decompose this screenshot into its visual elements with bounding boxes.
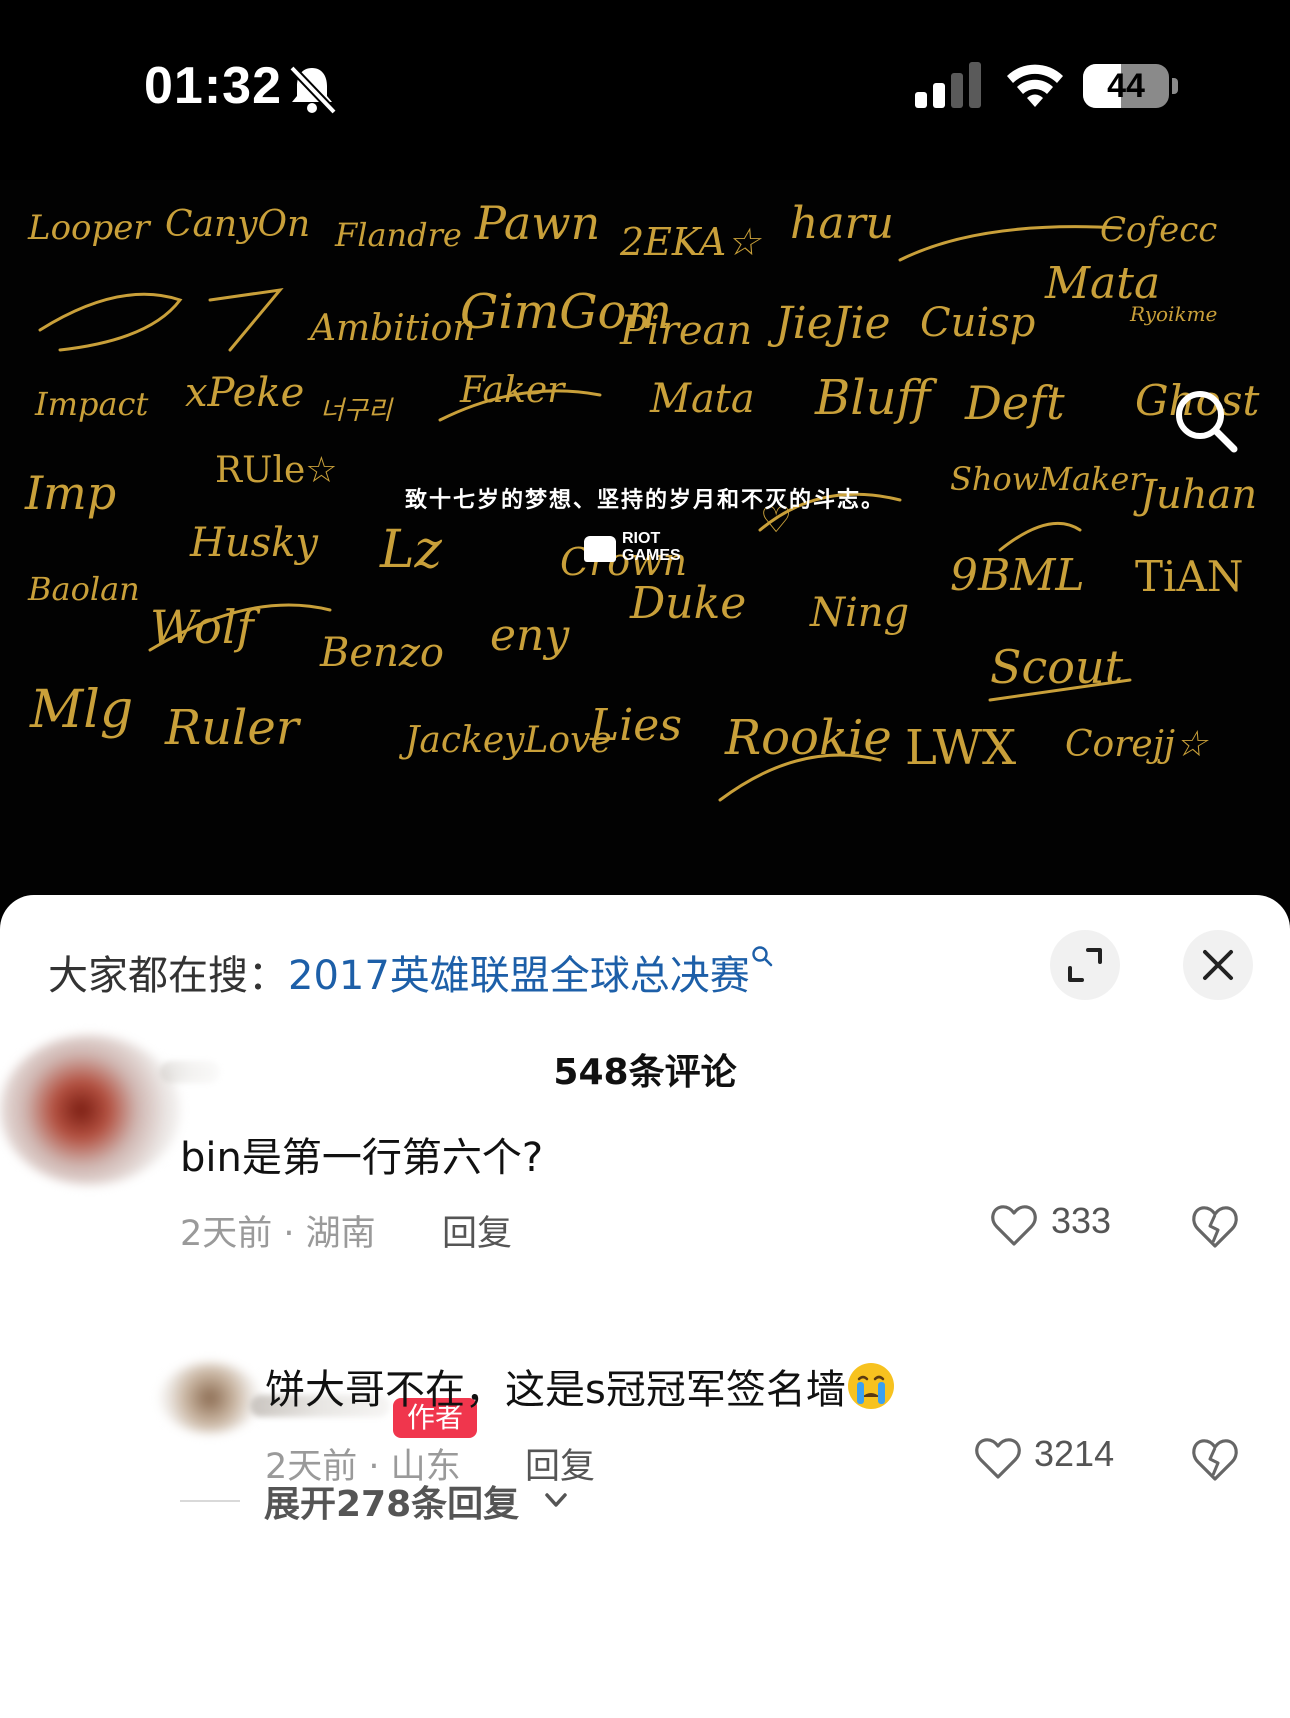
comment-meta: 2天前 · 湖南 — [180, 1214, 376, 1254]
signature-wall-image[interactable]: Looper CanyOn Flandre Pawn 2EKA☆ haru Co… — [0, 180, 1290, 900]
reply-button[interactable]: 回复 — [442, 1205, 512, 1256]
reply-button[interactable]: 回复 — [525, 1438, 595, 1489]
heart-icon — [991, 1205, 1037, 1246]
riot-fist-icon — [584, 536, 616, 562]
avatar[interactable] — [160, 1363, 260, 1433]
battery-body: 44 — [1083, 64, 1169, 108]
comment-text-body: 饼大哥不在，这是s冠冠军签名墙 — [265, 1367, 846, 1413]
like-count: 3214 — [1034, 1433, 1115, 1474]
crying-face-icon — [847, 1363, 894, 1409]
comment-text: bin是第一行第六个? — [180, 1135, 544, 1181]
divider — [180, 1500, 240, 1502]
riot-logo-text: RIOT GAMES — [622, 530, 681, 564]
chevron-down-icon — [545, 1493, 567, 1507]
comment-text: 饼大哥不在，这是s冠冠军签名墙 — [265, 1357, 896, 1415]
username[interactable] — [160, 1061, 220, 1083]
broken-heart-icon[interactable] — [1190, 1202, 1240, 1250]
battery-level: 44 — [1107, 67, 1145, 105]
comment-sheet: 大家都在搜：2017英雄联盟全球总决赛 548条评论 bin是第一行第六个? 2… — [0, 895, 1290, 1718]
like-button[interactable]: 3214 — [974, 1433, 1134, 1483]
close-button[interactable] — [1183, 930, 1253, 1000]
search-icon[interactable] — [1170, 385, 1242, 457]
search-icon — [752, 946, 773, 967]
trending-search[interactable]: 大家都在搜：2017英雄联盟全球总决赛 — [48, 943, 774, 1001]
avatar[interactable] — [0, 1035, 180, 1185]
trending-search-term[interactable]: 2017英雄联盟全球总决赛 — [288, 953, 750, 999]
wifi-icon — [1007, 64, 1063, 107]
battery-nub — [1172, 78, 1178, 94]
close-icon — [1203, 950, 1233, 980]
status-bar: 01:32 44 — [0, 0, 1290, 180]
fullscreen-button[interactable] — [1050, 930, 1120, 1000]
battery-indicator: 44 — [1083, 64, 1179, 108]
like-count: 333 — [1051, 1200, 1112, 1241]
broken-heart-icon[interactable] — [1190, 1435, 1240, 1483]
silent-bell-icon — [289, 65, 337, 115]
signal-icon — [915, 62, 981, 108]
trending-search-prefix: 大家都在搜： — [48, 953, 288, 999]
poster-caption: 致十七岁的梦想、坚持的岁月和不灭的斗志。 — [404, 488, 885, 513]
expand-replies-label: 展开278条回复 — [264, 1484, 520, 1525]
riot-games-logo: RIOT GAMES — [584, 528, 694, 568]
status-time: 01:32 — [144, 57, 282, 115]
heart-icon — [975, 1438, 1021, 1479]
expand-icon — [1068, 948, 1102, 982]
like-button[interactable]: 333 — [990, 1200, 1130, 1250]
